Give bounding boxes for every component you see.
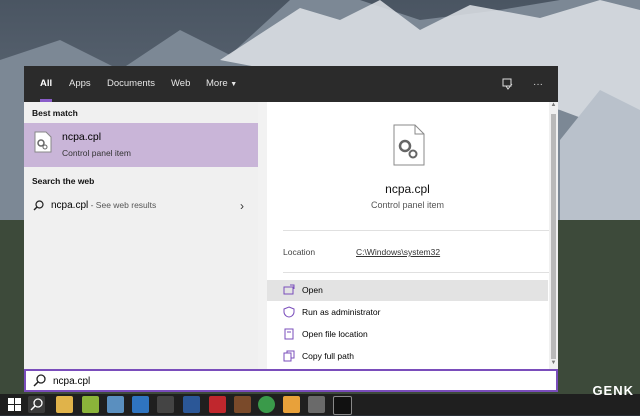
scroll-thumb[interactable] [551,114,556,359]
vectr-icon[interactable] [82,396,99,413]
paint-icon[interactable] [107,396,124,413]
scroll-down-icon[interactable]: ▼ [549,360,558,369]
divider [283,230,549,231]
search-web-header: Search the web [32,176,95,186]
open-icon [283,284,295,296]
run-as-admin-label: Run as administrator [302,307,381,317]
location-link[interactable]: C:\Windows\system32 [356,247,440,257]
tab-documents[interactable]: Documents [107,66,155,102]
copy-full-path-label: Copy full path [302,351,354,361]
ellipsis-icon[interactable]: ··· [527,66,549,102]
three-d-icon[interactable] [132,396,149,413]
terminal-icon[interactable] [333,396,352,415]
watermark-logo: GENK [592,383,634,398]
search-icon [33,200,44,214]
chevron-right-icon: › [240,199,244,213]
tab-web[interactable]: Web [171,66,190,102]
caret-down-icon: ▼ [230,81,238,88]
preview-subtitle: Control panel item [370,200,445,210]
app-icon[interactable] [308,396,325,413]
web-suffix: - See web results [88,200,157,210]
folder-location-icon [283,328,295,340]
chrome-icon[interactable] [258,396,275,413]
tab-all[interactable]: All [40,66,53,102]
run-as-admin-action[interactable]: Run as administrator [267,302,548,323]
player-icon[interactable] [283,396,300,413]
copy-icon [283,350,295,362]
category-tabbar: All Apps Documents Web More ▼ ··· [24,66,558,102]
vivaldi-icon[interactable] [209,396,226,413]
control-panel-file-icon [34,131,52,153]
tab-more-label: More [206,78,228,89]
preview-title: ncpa.cpl [385,182,430,196]
copy-full-path-action[interactable]: Copy full path [267,346,548,367]
search-icon[interactable] [28,396,45,413]
tab-apps[interactable]: Apps [69,66,91,102]
search-box[interactable] [24,369,558,392]
taskbar [0,394,640,415]
word-icon[interactable] [183,396,200,413]
best-match-item[interactable]: ncpa.cpl Control panel item [24,123,258,167]
search-input[interactable] [53,373,533,389]
media-icon[interactable] [234,396,251,413]
start-search-panel: All Apps Documents Web More ▼ ··· Best m… [24,66,558,369]
open-label: Open [302,285,323,295]
open-file-location-action[interactable]: Open file location [267,324,548,345]
control-panel-file-icon [392,124,426,166]
scroll-up-icon[interactable]: ▲ [549,102,558,111]
divider [283,272,549,273]
shield-admin-icon [283,306,295,318]
file-explorer-icon[interactable] [56,396,73,413]
search-icon [33,374,46,390]
preview-scrollbar[interactable]: ▲ ▼ [549,102,558,369]
windows-start-icon[interactable] [6,396,23,413]
web-query: ncpa.cpl [51,200,89,211]
best-match-header: Best match [32,108,78,118]
location-label: Location [283,247,316,257]
preview-pane: ncpa.cpl Control panel item Location C:\… [267,102,558,369]
best-match-title: ncpa.cpl [62,131,102,143]
tab-more[interactable]: More ▼ [206,66,237,102]
open-action[interactable]: Open [267,280,548,301]
feedback-icon[interactable] [497,66,519,102]
open-file-location-label: Open file location [302,329,368,339]
results-list: Best match ncpa.cpl Control panel item S… [24,102,258,369]
web-result-item[interactable]: ncpa.cpl - See web results › [24,195,258,219]
best-match-subtitle: Control panel item [62,148,131,158]
mail-icon[interactable] [157,396,174,413]
